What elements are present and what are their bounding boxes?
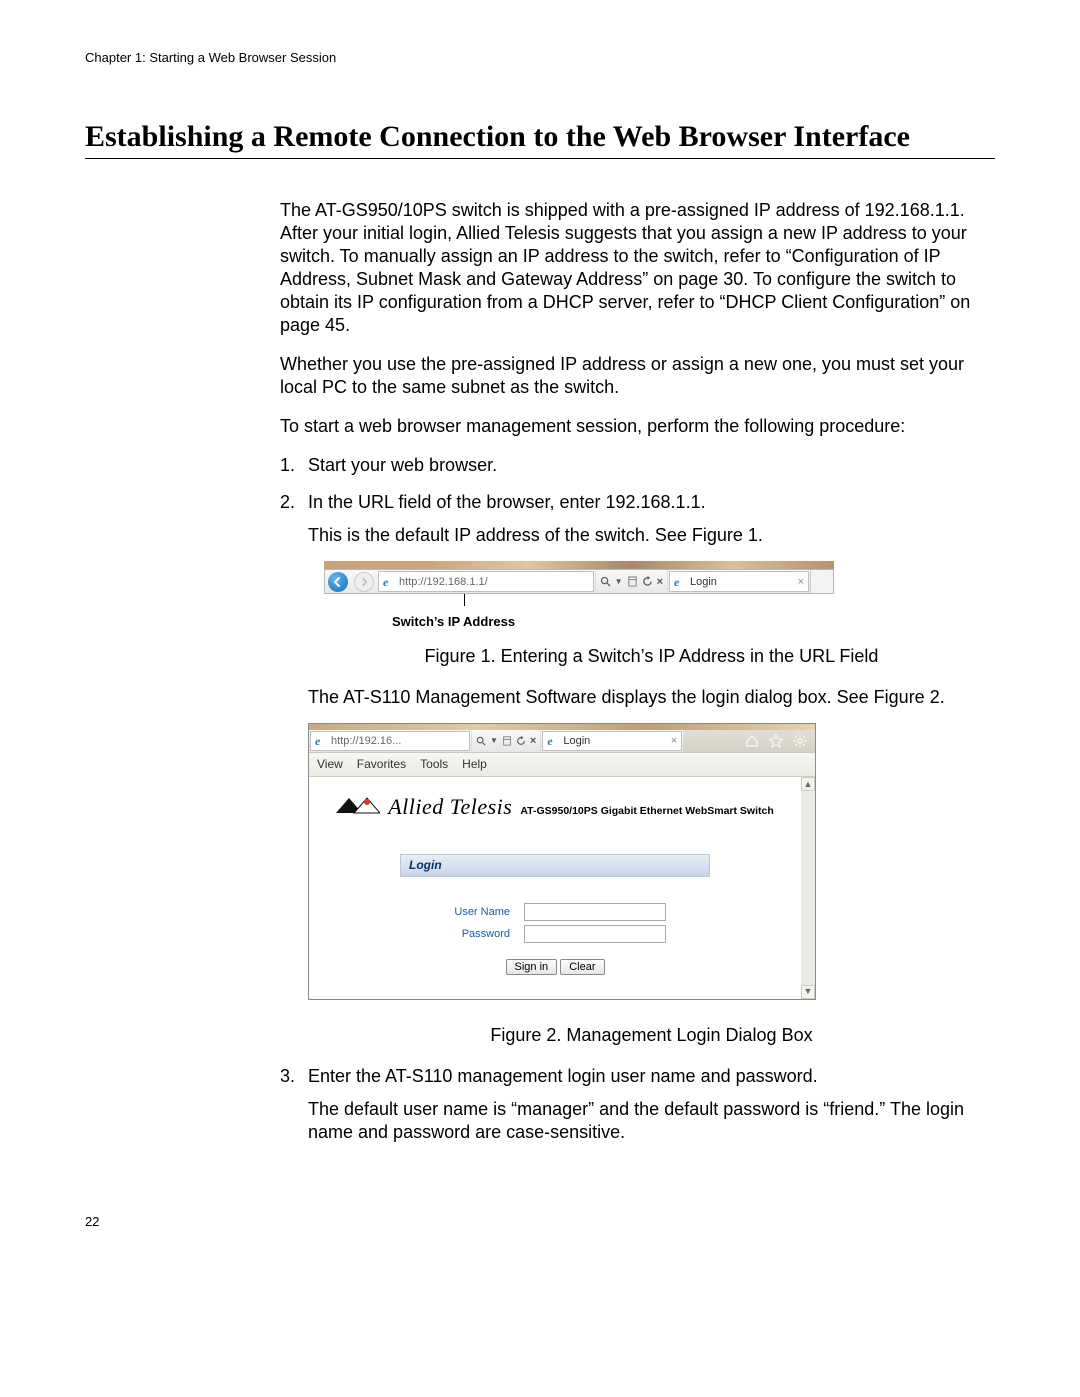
step-text: Start your web browser. <box>308 455 497 475</box>
new-tab-button[interactable] <box>810 570 833 593</box>
step-item: Start your web browser. <box>280 454 995 477</box>
brand-logo-icon <box>336 796 380 814</box>
step-subtext: The default user name is “manager” and t… <box>308 1098 995 1144</box>
figure-callout: Switch’s IP Address <box>392 614 834 631</box>
clear-button[interactable]: Clear <box>560 959 604 975</box>
page-body: ▲ ▼ Allied Telesis AT-GS9 <box>309 777 815 999</box>
dropdown-icon[interactable]: ▼ <box>615 577 623 587</box>
scroll-up-icon[interactable]: ▲ <box>801 777 815 791</box>
password-label: Password <box>400 927 524 941</box>
close-icon[interactable]: × <box>671 734 677 748</box>
refresh-icon[interactable] <box>642 576 653 587</box>
chapter-label: Chapter 1: Starting a Web Browser Sessio… <box>85 50 995 65</box>
step-subtext: The AT-S110 Management Software displays… <box>308 686 995 709</box>
menubar: View Favorites Tools Help <box>309 753 815 777</box>
browser-chrome: e http://192.16... ▼ × e Login <box>309 730 815 753</box>
figure-caption: Figure 1. Entering a Switch’s IP Address… <box>308 645 995 668</box>
login-heading: Login <box>400 854 710 877</box>
username-label: User Name <box>400 905 524 919</box>
tab-label: Login <box>690 575 717 589</box>
ie-icon: e <box>315 735 327 747</box>
login-panel: Login User Name Password <box>400 854 710 985</box>
forward-button[interactable] <box>351 570 377 593</box>
paragraph: The AT-GS950/10PS switch is shipped with… <box>280 199 995 337</box>
url-field[interactable]: e http://192.16... <box>310 731 470 751</box>
ie-icon: e <box>547 735 559 747</box>
menu-item[interactable]: Tools <box>420 757 448 772</box>
compat-icon[interactable] <box>627 576 638 587</box>
refresh-icon[interactable] <box>516 736 526 746</box>
brand-subtitle: AT-GS950/10PS Gigabit Ethernet WebSmart … <box>520 805 773 818</box>
favorites-icon[interactable] <box>769 734 783 748</box>
arrow-right-icon <box>360 578 368 586</box>
home-icon[interactable] <box>745 734 759 748</box>
paragraph: Whether you use the pre-assigned IP addr… <box>280 353 995 399</box>
menu-item[interactable]: View <box>317 757 343 772</box>
url-field[interactable]: e http://192.168.1.1/ <box>378 571 594 592</box>
browser-tab[interactable]: e Login × <box>542 731 682 751</box>
step-text: Enter the AT-S110 management login user … <box>308 1066 818 1086</box>
ie-icon: e <box>674 576 686 588</box>
menu-item[interactable]: Favorites <box>357 757 406 772</box>
tab-label: Login <box>563 734 590 748</box>
browser-tab[interactable]: e Login × <box>669 571 809 592</box>
close-icon[interactable]: × <box>798 575 804 589</box>
figure-2: e http://192.16... ▼ × e Login <box>308 723 816 1000</box>
step-item: Enter the AT-S110 management login user … <box>280 1065 995 1144</box>
browser-address-bar: e http://192.168.1.1/ ▼ <box>324 569 834 594</box>
step-subtext: This is the default IP address of the sw… <box>308 524 995 547</box>
search-icon[interactable] <box>600 576 611 587</box>
signin-button[interactable]: Sign in <box>506 959 558 975</box>
dropdown-icon[interactable]: ▼ <box>490 736 498 746</box>
step-text: In the URL field of the browser, enter 1… <box>308 492 706 512</box>
scrollbar[interactable] <box>801 777 815 999</box>
arrow-left-icon <box>333 577 343 587</box>
url-toolbar: ▼ × <box>595 570 668 593</box>
page-number: 22 <box>85 1214 995 1229</box>
username-input[interactable] <box>524 903 666 921</box>
password-input[interactable] <box>524 925 666 943</box>
figure-1: e http://192.168.1.1/ ▼ <box>324 561 834 631</box>
compat-icon[interactable] <box>502 736 512 746</box>
figure-caption: Figure 2. Management Login Dialog Box <box>308 1024 995 1047</box>
paragraph: To start a web browser management sessio… <box>280 415 995 438</box>
menu-item[interactable]: Help <box>462 757 487 772</box>
stop-icon[interactable]: × <box>530 734 536 748</box>
step-item: In the URL field of the browser, enter 1… <box>280 491 995 1047</box>
stop-icon[interactable]: × <box>657 575 663 589</box>
section-title: Establishing a Remote Connection to the … <box>85 120 995 154</box>
gear-icon[interactable] <box>793 734 807 748</box>
ie-icon: e <box>383 576 395 588</box>
url-text: http://192.168.1.1/ <box>399 575 488 589</box>
back-button[interactable] <box>325 570 351 593</box>
title-rule <box>85 158 995 159</box>
url-toolbar: ▼ × <box>471 730 541 752</box>
brand-name: Allied Telesis <box>388 793 512 821</box>
url-text: http://192.16... <box>331 734 401 748</box>
search-icon[interactable] <box>476 736 486 746</box>
scroll-down-icon[interactable]: ▼ <box>801 985 815 999</box>
